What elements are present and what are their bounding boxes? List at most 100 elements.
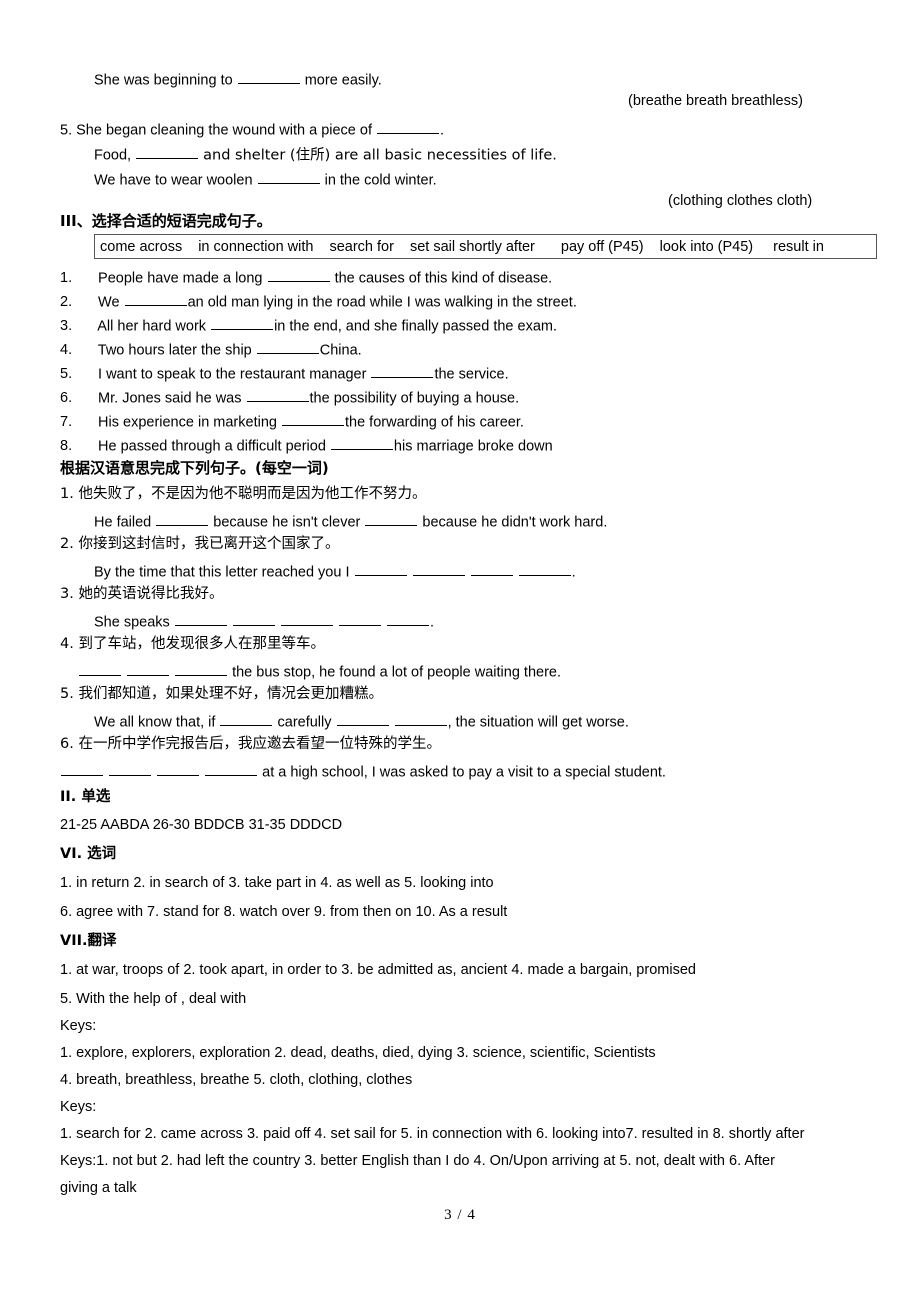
phrase-item-0[interactable]: come across <box>100 239 182 255</box>
item-text-pre: All her hard work <box>97 318 207 335</box>
answer-blank[interactable] <box>211 316 274 331</box>
item-text-post: the causes of this kind of disease. <box>334 270 553 287</box>
english-pre: She speaks <box>94 614 170 631</box>
answer-blank[interactable] <box>220 712 273 727</box>
answer-blank[interactable] <box>338 612 381 627</box>
english-post: . <box>429 614 434 631</box>
answer-blank[interactable] <box>257 170 320 185</box>
english-pre: He failed <box>94 514 152 531</box>
item-text-post: China. <box>319 342 362 359</box>
answer-blank[interactable] <box>371 364 434 379</box>
item-5-text-a: She began cleaning the wound with a piec… <box>76 122 372 139</box>
section-3-item-7: 7. His experience in marketing the forwa… <box>60 412 524 430</box>
answer-blank[interactable] <box>79 662 121 677</box>
answer-blank[interactable] <box>232 612 275 627</box>
item-number: 7. <box>60 414 73 431</box>
item-text-post: the forwarding of his career. <box>344 414 524 431</box>
translation-item-5-english: We all know that, if carefully , the sit… <box>94 712 629 730</box>
translation-item-6-chinese: 6. 在一所中学作完报告后，我应邀去看望一位特殊的学生。 <box>60 737 441 752</box>
answer-blank[interactable] <box>330 436 393 451</box>
keys-2-line-1: 1. search for 2. came across 3. paid off… <box>60 1126 805 1142</box>
answer-blank[interactable] <box>61 762 103 777</box>
phrase-bank-box: come across in connection with search fo… <box>94 234 877 259</box>
page-number-footer: 3 / 4 <box>444 1207 476 1223</box>
translation-item-3-english: She speaks . <box>94 612 434 630</box>
section-3-item-6: 6. Mr. Jones said he was the possibility… <box>60 388 519 406</box>
english-post: because he didn't work hard. <box>422 514 608 531</box>
answer-blank[interactable] <box>365 512 418 527</box>
translation-item-2-chinese: 2. 你接到这封信时，我已离开这个国家了。 <box>60 537 339 552</box>
section-3-item-4: 4. Two hours later the ship China. <box>60 340 362 358</box>
item-number: 6. <box>60 390 73 407</box>
answer-blank[interactable] <box>281 412 344 427</box>
item-number: 4. <box>60 342 73 359</box>
item-text-pre: We <box>98 294 120 311</box>
item-text-post: in the end, and she finally passed the e… <box>274 318 557 335</box>
keys-1-line-1: 1. explore, explorers, exploration 2. de… <box>60 1045 656 1061</box>
answer-blank[interactable] <box>386 612 429 627</box>
answer-blank[interactable] <box>280 612 333 627</box>
english-mid: because he isn't clever <box>213 514 361 531</box>
item-text-post: his marriage broke down <box>393 438 553 455</box>
item-5-line-b: Food, and shelter (住所) are all basic nec… <box>94 145 557 163</box>
item-number: 2. <box>60 294 73 311</box>
section-3-item-5: 5. I want to speak to the restaurant man… <box>60 364 509 382</box>
section-3-heading: III、选择合适的短语完成句子。 <box>60 212 272 230</box>
chinese-prompt: 她的英语说得比我好。 <box>78 586 224 602</box>
item-number: 3. <box>60 318 73 335</box>
item-number: 3. <box>60 586 74 602</box>
answer-blank[interactable] <box>156 512 209 527</box>
section-3-item-1: 1. People have made a long the causes of… <box>60 268 552 286</box>
phrase-item-4[interactable]: pay off (P45) <box>561 239 644 255</box>
item-text-pre: Two hours later the ship <box>97 342 252 359</box>
chinese-prompt: 在一所中学作完报告后，我应邀去看望一位特殊的学生。 <box>78 736 441 752</box>
translation-item-5-chinese: 5. 我们都知道，如果处理不好，情况会更加糟糕。 <box>60 687 383 702</box>
item-5-period: . <box>440 122 445 139</box>
answer-blank[interactable] <box>109 762 152 777</box>
answer-blank[interactable] <box>354 562 407 577</box>
phrase-item-1[interactable]: in connection with <box>198 239 313 255</box>
answer-blank[interactable] <box>518 562 571 577</box>
answer-blank[interactable] <box>127 662 170 677</box>
translation-item-1-chinese: 1. 他失败了，不是因为他不聪明而是因为他工作不努力。 <box>60 487 426 502</box>
phrase-item-2[interactable]: search for <box>329 239 393 255</box>
answer-blank[interactable] <box>377 120 440 135</box>
item-number: 1. <box>60 270 73 287</box>
keys-label-1: Keys: <box>60 1018 97 1034</box>
answer-blank[interactable] <box>174 612 227 627</box>
chinese-prompt: 你接到这封信时，我已离开这个国家了。 <box>78 536 340 552</box>
english-pre: By the time that this letter reached you… <box>94 564 350 581</box>
chinese-prompt: 到了车站，他发现很多人在那里等车。 <box>78 636 325 652</box>
item-text-post: the service. <box>434 366 509 383</box>
item-text-pre: He passed through a difficult period <box>98 438 326 455</box>
keys-3-line-1: Keys:1. not but 2. had left the country … <box>60 1153 775 1169</box>
answer-blank[interactable] <box>412 562 465 577</box>
answer-blank[interactable] <box>470 562 513 577</box>
answer-blank[interactable] <box>136 145 199 160</box>
phrase-item-3[interactable]: set sail shortly after <box>410 239 535 255</box>
answer-blank[interactable] <box>256 340 319 355</box>
answer-blank[interactable] <box>246 388 309 403</box>
item-number: 2. <box>60 536 74 552</box>
word-hint-cloth: (clothing clothes cloth) <box>668 193 813 209</box>
keys-3-line-2: giving a talk <box>60 1180 137 1196</box>
phrase-item-6[interactable]: result in <box>773 239 824 255</box>
breathe-sentence-pre: She was beginning to <box>94 72 233 89</box>
answer-blank[interactable] <box>394 712 447 727</box>
section-vii-answers-line-1: 1. at war, troops of 2. took apart, in o… <box>60 962 696 978</box>
answer-blank[interactable] <box>157 762 200 777</box>
translation-heading: 根据汉语意思完成下列句子。(每空一词) <box>60 459 329 477</box>
english-pre: We all know that, if <box>94 714 216 731</box>
answer-blank[interactable] <box>237 70 300 85</box>
answer-blank[interactable] <box>267 268 330 283</box>
answer-blank[interactable] <box>336 712 389 727</box>
section-vi-answers-line-1: 1. in return 2. in search of 3. take par… <box>60 875 494 891</box>
answer-blank[interactable] <box>175 662 228 677</box>
chinese-prompt: 我们都知道，如果处理不好，情况会更加糟糕。 <box>78 686 383 702</box>
chinese-prompt: 他失败了，不是因为他不聪明而是因为他工作不努力。 <box>78 486 427 502</box>
answer-blank[interactable] <box>205 762 258 777</box>
item-text-pre: His experience in marketing <box>98 414 277 431</box>
answer-blank[interactable] <box>124 292 187 307</box>
item-number: 6. <box>60 736 74 752</box>
phrase-item-5[interactable]: look into (P45) <box>660 239 754 255</box>
